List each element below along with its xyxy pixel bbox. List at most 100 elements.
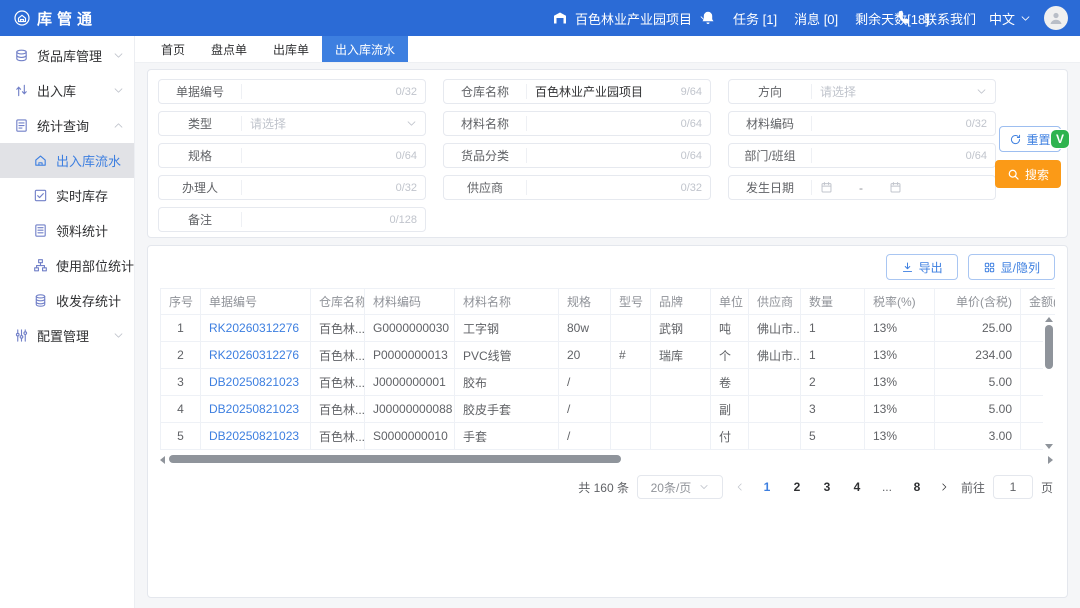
search-button[interactable]: 搜索 <box>995 160 1061 188</box>
language-selector[interactable]: 中文 <box>989 9 1031 28</box>
tab-0[interactable]: 首页 <box>148 36 198 62</box>
table-cell: 胶布 <box>455 369 559 396</box>
table-cell: # <box>611 342 651 369</box>
text-input-field[interactable]: 0/64 <box>527 118 710 130</box>
table-wrapper: 序号单据编号仓库名称材料编码材料名称规格型号品牌单位供应商数量税率(%)单价(含… <box>160 288 1055 452</box>
document-number-link[interactable]: RK20260312276 <box>201 315 311 342</box>
goto-suffix-label: 页 <box>1041 479 1053 496</box>
table-cell: 个 <box>711 342 749 369</box>
text-input-field[interactable]: 百色林业产业园项目9/64 <box>527 83 710 100</box>
tab-1[interactable]: 盘点单 <box>198 36 260 62</box>
table-cell: 13% <box>865 396 935 423</box>
table-cell <box>749 396 801 423</box>
document-number-link[interactable]: DB20250821023 <box>201 423 311 450</box>
tab-3[interactable]: 出入库流水 <box>322 36 408 62</box>
warehouse-icon <box>552 10 568 26</box>
form-field-3: 类型请选择 <box>158 111 426 136</box>
table-cell: 佛山市... <box>749 315 801 342</box>
sidebar-item-8[interactable]: 配置管理 <box>0 318 134 353</box>
form-field-1: 仓库名称百色林业产业园项目9/64 <box>443 79 711 104</box>
calendar-icon <box>820 181 833 194</box>
table-cell: 80w <box>559 315 611 342</box>
sidebar-item-1[interactable]: 出入库 <box>0 73 134 108</box>
columns-label: 显/隐列 <box>1001 259 1040 276</box>
text-input-field[interactable]: 0/32 <box>242 86 425 98</box>
page-button-4[interactable]: 4 <box>847 480 867 494</box>
field-label: 仓库名称 <box>444 83 526 100</box>
table-cell: 付 <box>711 423 749 450</box>
sidebar-item-6[interactable]: 使用部位统计 <box>0 248 134 283</box>
show-hide-columns-button[interactable]: 显/隐列 <box>968 254 1055 280</box>
horizontal-scroll-thumb[interactable] <box>169 455 621 463</box>
sidebar-item-label: 出入库流水 <box>56 151 124 170</box>
text-input-field[interactable]: 0/32 <box>242 182 425 194</box>
horizontal-scrollbar[interactable] <box>160 454 1055 465</box>
table-cell: 手套 <box>455 423 559 450</box>
sidebar-item-7[interactable]: 收发存统计 <box>0 283 134 318</box>
tab-2[interactable]: 出库单 <box>260 36 322 62</box>
text-input-field[interactable]: 0/128 <box>242 214 425 226</box>
next-page-button[interactable] <box>935 482 953 492</box>
table-cell <box>611 396 651 423</box>
tasks-link[interactable]: 任务 [1] <box>733 9 777 28</box>
text-input-field[interactable]: 0/32 <box>812 118 995 130</box>
table-body: 1RK20260312276百色林...G0000000030工字钢80w武钢吨… <box>161 315 1056 450</box>
table-cell: P0000000013 <box>365 342 455 369</box>
char-counter: 9/64 <box>675 86 702 98</box>
column-header: 材料编码 <box>365 289 455 315</box>
scroll-up-arrow-icon[interactable] <box>1045 317 1053 322</box>
table-row: 2RK20260312276百色林...P0000000013PVC线管20#瑞… <box>161 342 1056 369</box>
document-number-link[interactable]: RK20260312276 <box>201 342 311 369</box>
form-field-4: 材料名称0/64 <box>443 111 711 136</box>
app-title: 库管通 <box>37 8 97 29</box>
reset-button[interactable]: 重置 V <box>999 126 1061 152</box>
column-header: 税率(%) <box>865 289 935 315</box>
messages-link[interactable]: 消息 [0] <box>794 9 838 28</box>
text-input-field[interactable]: 0/64 <box>527 150 710 162</box>
prev-page-button[interactable] <box>731 482 749 492</box>
topbar: 库管通 百色林业产业园项目 任务 [1] 消息 [0] 剩余天数[18] 联系我… <box>0 0 1080 36</box>
total-count-label: 共 160 条 <box>578 479 629 496</box>
scroll-down-arrow-icon[interactable] <box>1045 444 1053 449</box>
export-button[interactable]: 导出 <box>886 254 958 280</box>
contact-link[interactable]: 联系我们 <box>924 9 976 28</box>
avatar[interactable] <box>1044 6 1068 30</box>
char-counter: 0/64 <box>675 150 702 162</box>
page-button-8[interactable]: 8 <box>907 480 927 494</box>
sidebar-item-label: 出入库 <box>37 81 113 100</box>
vertical-scrollbar[interactable] <box>1043 315 1055 452</box>
column-header: 型号 <box>611 289 651 315</box>
text-input-field[interactable]: 0/32 <box>527 182 710 194</box>
search-label: 搜索 <box>1025 166 1049 183</box>
document-number-link[interactable]: DB20250821023 <box>201 396 311 423</box>
text-input-field[interactable]: 0/64 <box>242 150 425 162</box>
grid-icon <box>983 261 996 274</box>
select-field[interactable]: 请选择 <box>242 115 425 132</box>
bell-icon[interactable] <box>700 10 716 26</box>
sidebar-item-label: 配置管理 <box>37 326 113 345</box>
sidebar-item-5[interactable]: 领料统计 <box>0 213 134 248</box>
scroll-left-arrow-icon[interactable] <box>160 456 165 464</box>
sidebar-item-4[interactable]: 实时库存 <box>0 178 134 213</box>
table-cell: 佛山市... <box>749 342 801 369</box>
goto-page-input[interactable]: 1 <box>993 475 1033 499</box>
document-number-link[interactable]: DB20250821023 <box>201 369 311 396</box>
sidebar-item-0[interactable]: 货品库管理 <box>0 38 134 73</box>
sidebar-item-2[interactable]: 统计查询 <box>0 108 134 143</box>
select-field[interactable]: 请选择 <box>812 83 995 100</box>
column-header: 单位 <box>711 289 749 315</box>
sidebar-item-3[interactable]: 出入库流水 <box>0 143 134 178</box>
page-button-2[interactable]: 2 <box>787 480 807 494</box>
scroll-right-arrow-icon[interactable] <box>1048 456 1053 464</box>
project-selector[interactable]: 百色林业产业园项目 <box>552 9 710 28</box>
form-field-6: 规格0/64 <box>158 143 426 168</box>
page-button-3[interactable]: 3 <box>817 480 837 494</box>
vertical-scroll-thumb[interactable] <box>1045 325 1053 369</box>
text-input-field[interactable]: 0/64 <box>812 150 995 162</box>
page-size-value: 20条/页 <box>651 479 692 496</box>
field-label: 部门/班组 <box>729 147 811 164</box>
date-range-field[interactable]: - <box>812 181 995 195</box>
page-size-select[interactable]: 20条/页 <box>637 475 723 499</box>
char-counter: 0/32 <box>390 86 417 98</box>
page-button-1[interactable]: 1 <box>757 480 777 494</box>
